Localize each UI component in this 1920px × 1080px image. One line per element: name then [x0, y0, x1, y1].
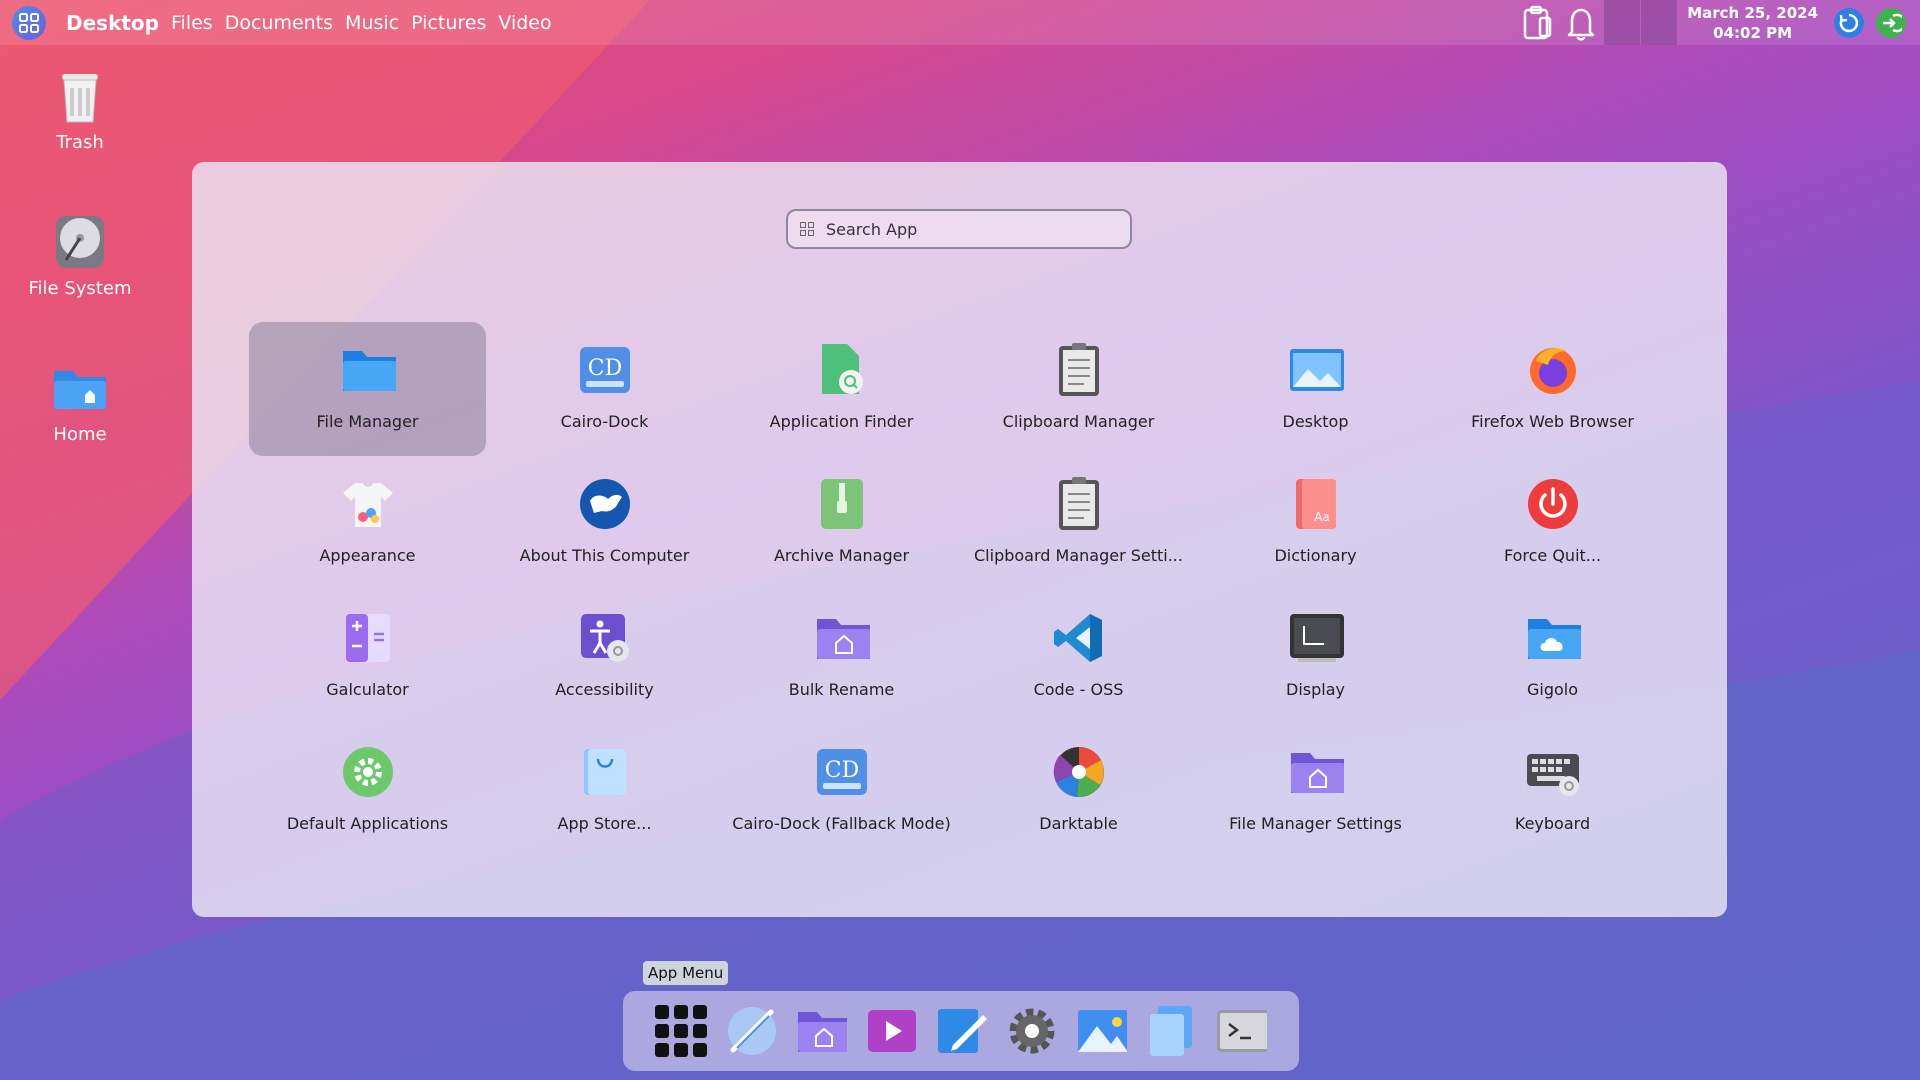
power-icon [1525, 476, 1581, 532]
clipboard-icon [1051, 342, 1107, 398]
place-music[interactable]: Music [345, 12, 399, 34]
app-keyboard[interactable]: Keyboard [1434, 724, 1671, 858]
app-darktable[interactable]: Darktable [960, 724, 1197, 858]
svg-text:CD: CD [587, 356, 621, 381]
place-files[interactable]: Files [171, 12, 213, 34]
app-force-quit[interactable]: Force Quit... [1434, 456, 1671, 590]
place-pictures[interactable]: Pictures [411, 12, 486, 34]
app-menu-panel: File Manager CD Cairo-Dock Application F… [192, 162, 1727, 917]
clock[interactable]: March 25, 2024 04:02 PM [1677, 3, 1828, 43]
terminal-icon[interactable] [1215, 1005, 1267, 1057]
desktop-icon-trash[interactable]: Trash [20, 66, 140, 153]
video-player-icon[interactable] [865, 1005, 917, 1057]
documents-icon[interactable] [1145, 1005, 1197, 1057]
clock-time: 04:02 PM [1713, 23, 1793, 42]
app-cairo-dock-fallback[interactable]: CD Cairo-Dock (Fallback Mode) [723, 724, 960, 858]
app-archive-manager[interactable]: Archive Manager [723, 456, 960, 590]
svg-text:CD: CD [824, 758, 858, 783]
folder-settings-icon [1288, 744, 1344, 800]
firefox-icon [1525, 342, 1581, 398]
display-icon [1288, 610, 1344, 666]
app-clipboard-manager[interactable]: Clipboard Manager [960, 322, 1197, 456]
keyboard-icon [1525, 744, 1581, 800]
dictionary-icon: Aa [1288, 476, 1344, 532]
app-appearance[interactable]: Appearance [249, 456, 486, 590]
search-field[interactable] [786, 209, 1132, 249]
aperture-icon [1051, 744, 1107, 800]
about-icon [577, 476, 633, 532]
calculator-icon [340, 610, 396, 666]
app-menu-tooltip: App Menu [643, 961, 729, 985]
files-icon[interactable] [795, 1005, 847, 1057]
app-galculator[interactable]: Galculator [249, 590, 486, 724]
app-display[interactable]: Display [1197, 590, 1434, 724]
app-firefox[interactable]: Firefox Web Browser [1434, 322, 1671, 456]
places-menu: Desktop Files Documents Music Pictures V… [66, 0, 552, 45]
app-default-applications[interactable]: Default Applications [249, 724, 486, 858]
desktop-icon-label: File System [28, 278, 132, 299]
desktop-icon [1288, 342, 1344, 398]
appearance-icon [340, 476, 396, 532]
app-clipboard-manager-settings[interactable]: Clipboard Manager Setti... [960, 456, 1197, 590]
gear-icon [340, 744, 396, 800]
place-desktop[interactable]: Desktop [66, 11, 159, 35]
clock-date: March 25, 2024 [1687, 3, 1818, 22]
grid-search-icon [800, 222, 814, 236]
notification-bell-icon[interactable] [1559, 0, 1603, 45]
browser-icon[interactable] [725, 1005, 777, 1057]
archive-icon [814, 476, 870, 532]
app-accessibility[interactable]: Accessibility [486, 590, 723, 724]
text-editor-icon[interactable] [935, 1005, 987, 1057]
app-application-finder[interactable]: Application Finder [723, 322, 960, 456]
app-file-manager-settings[interactable]: File Manager Settings [1197, 724, 1434, 858]
folder-icon [340, 342, 396, 398]
vscode-icon [1051, 610, 1107, 666]
desktop-icon-label: Home [53, 424, 107, 445]
bulk-rename-icon [814, 610, 870, 666]
app-cairo-dock[interactable]: CD Cairo-Dock [486, 322, 723, 456]
app-bulk-rename[interactable]: Bulk Rename [723, 590, 960, 724]
home-folder-icon [50, 358, 110, 418]
update-icon[interactable] [1834, 7, 1864, 38]
place-video[interactable]: Video [498, 12, 551, 34]
cairo-dock-icon: CD [577, 342, 633, 398]
shopping-bag-icon [577, 744, 633, 800]
clipboard-settings-icon [1051, 476, 1107, 532]
logout-icon[interactable] [1876, 7, 1906, 38]
app-about-this-computer[interactable]: About This Computer [486, 456, 723, 590]
desktop-icon-label: Trash [56, 132, 104, 153]
app-dictionary[interactable]: Aa Dictionary [1197, 456, 1434, 590]
trash-icon [50, 66, 110, 126]
place-documents[interactable]: Documents [225, 12, 333, 34]
desktop-icon-file-system[interactable]: File System [20, 212, 140, 299]
cairo-dock-icon: CD [814, 744, 870, 800]
top-bar: Desktop Files Documents Music Pictures V… [0, 0, 1920, 45]
cloud-folder-icon [1525, 610, 1581, 666]
settings-icon[interactable] [1005, 1005, 1057, 1057]
app-finder-icon [814, 342, 870, 398]
workspace-2[interactable] [1640, 0, 1678, 45]
image-viewer-icon[interactable] [1075, 1005, 1127, 1057]
app-app-store[interactable]: App Store... [486, 724, 723, 858]
drive-icon [50, 212, 110, 272]
app-code-oss[interactable]: Code - OSS [960, 590, 1197, 724]
svg-text:Aa: Aa [1314, 510, 1330, 524]
grid-icon [19, 13, 39, 33]
app-desktop[interactable]: Desktop [1197, 322, 1434, 456]
app-grid-icon[interactable] [655, 1005, 707, 1057]
search-input[interactable] [824, 218, 1108, 240]
app-menu-button[interactable] [12, 6, 46, 40]
system-tray: March 25, 2024 04:02 PM [1515, 0, 1920, 45]
clipboard-tray-icon[interactable] [1515, 0, 1559, 45]
app-gigolo[interactable]: Gigolo [1434, 590, 1671, 724]
app-file-manager[interactable]: File Manager [249, 322, 486, 456]
desktop-icon-home[interactable]: Home [20, 358, 140, 445]
app-grid: File Manager CD Cairo-Dock Application F… [249, 322, 1671, 858]
accessibility-icon [577, 610, 633, 666]
dock [623, 991, 1299, 1071]
workspace-1[interactable] [1603, 0, 1641, 45]
